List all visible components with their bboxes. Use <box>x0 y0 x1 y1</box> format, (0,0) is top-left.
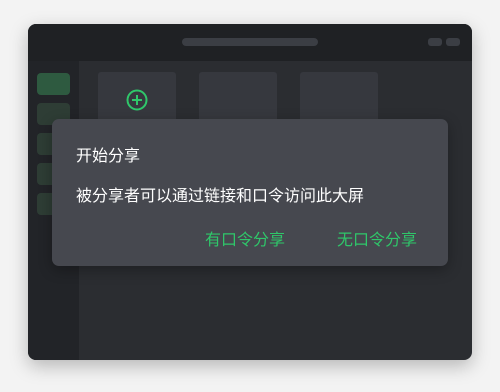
share-dialog: 开始分享 被分享者可以通过链接和口令访问此大屏 有口令分享 无口令分享 <box>52 119 448 266</box>
plus-circle-icon <box>126 89 148 111</box>
window-control-button[interactable] <box>446 38 460 46</box>
window-title-placeholder <box>182 38 318 46</box>
sidebar-item-active[interactable] <box>37 73 70 95</box>
share-without-code-button[interactable]: 无口令分享 <box>337 226 417 250</box>
window-control-button[interactable] <box>428 38 442 46</box>
dialog-message: 被分享者可以通过链接和口令访问此大屏 <box>76 186 365 205</box>
share-with-code-button[interactable]: 有口令分享 <box>205 226 285 250</box>
dialog-title: 开始分享 <box>76 146 141 165</box>
title-bar <box>28 24 472 61</box>
screenshot-stage: 开始分享 被分享者可以通过链接和口令访问此大屏 有口令分享 无口令分享 <box>0 0 500 392</box>
